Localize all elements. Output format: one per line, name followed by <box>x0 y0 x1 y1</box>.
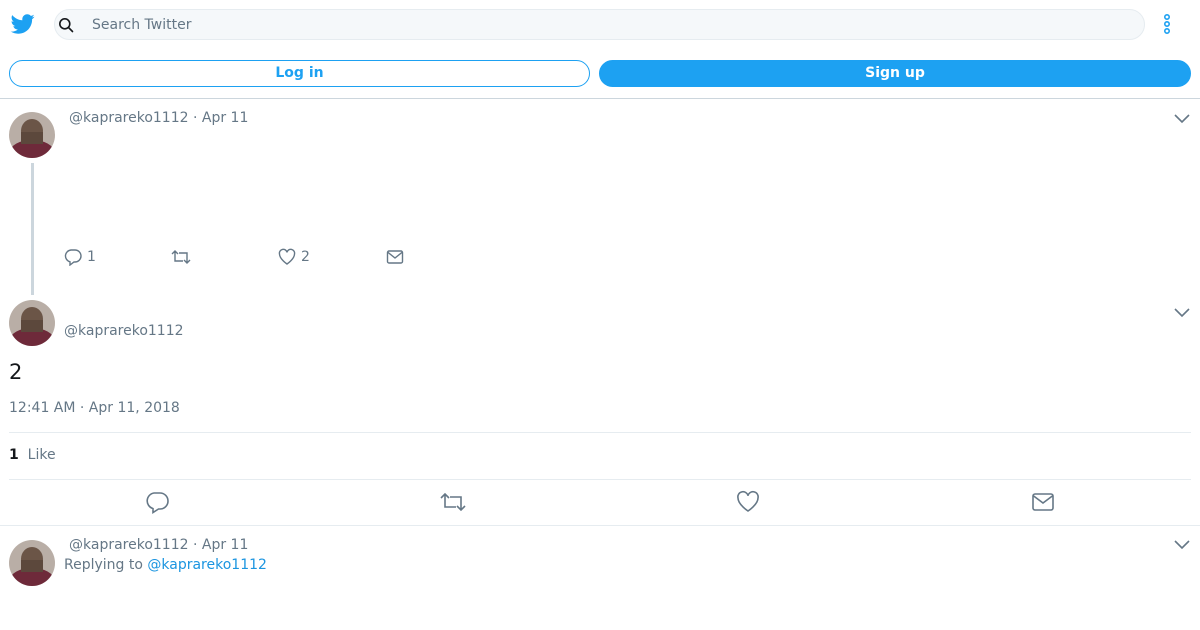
mail-icon[interactable] <box>1031 490 1055 514</box>
heart-icon <box>278 248 296 265</box>
avatar[interactable] <box>9 300 55 346</box>
user-handle[interactable]: @kaprareko1112 <box>69 110 189 126</box>
like-action[interactable]: 2 <box>278 248 318 266</box>
retweet-icon <box>171 250 191 264</box>
search-icon <box>59 18 74 33</box>
thread-line <box>31 163 34 295</box>
search-input[interactable] <box>92 9 1132 40</box>
chevron-down-icon[interactable] <box>1174 308 1190 318</box>
retweet-action[interactable] <box>171 248 191 266</box>
top-bar <box>0 0 1200 48</box>
signup-button[interactable]: Sign up <box>599 60 1191 87</box>
chevron-down-icon[interactable] <box>1174 540 1190 550</box>
tweet-header: @kaprareko1112 · Apr 11 <box>69 537 248 553</box>
divider <box>0 525 1200 526</box>
user-handle[interactable]: @kaprareko1112 <box>69 537 189 553</box>
separator: · <box>192 110 198 126</box>
heart-icon[interactable] <box>736 490 760 514</box>
retweet-icon[interactable] <box>440 490 466 514</box>
likes-summary[interactable]: 1 Like <box>9 447 56 463</box>
replying-handle-link[interactable]: @kaprareko1112 <box>147 557 267 573</box>
likes-label: Like <box>27 447 56 463</box>
mail-icon <box>386 250 404 264</box>
tweet-text: 2 <box>9 360 23 384</box>
reply-icon <box>64 249 82 266</box>
divider <box>9 479 1191 480</box>
header-divider <box>0 98 1200 99</box>
reply-action[interactable]: 1 <box>64 248 104 266</box>
tweet-header: @kaprareko1112 · Apr 11 <box>69 110 248 126</box>
message-action[interactable] <box>386 248 404 266</box>
reply-count: 1 <box>87 249 96 265</box>
like-count: 2 <box>301 249 310 265</box>
likes-count: 1 <box>9 447 19 463</box>
replying-prefix: Replying to <box>64 557 143 573</box>
login-button[interactable]: Log in <box>9 60 590 87</box>
tweet-timestamp[interactable]: 12:41 AM · Apr 11, 2018 <box>9 400 180 416</box>
separator: · <box>192 537 198 553</box>
more-vertical-icon[interactable] <box>1160 12 1174 36</box>
avatar[interactable] <box>9 540 55 586</box>
divider <box>9 432 1191 433</box>
reply-icon[interactable] <box>145 490 169 514</box>
tweet-date[interactable]: Apr 11 <box>202 537 248 553</box>
avatar[interactable] <box>9 112 55 158</box>
tweet-date[interactable]: Apr 11 <box>202 110 248 126</box>
replying-to: Replying to @kaprareko1112 <box>64 557 267 573</box>
twitter-bird-icon[interactable] <box>10 12 36 36</box>
chevron-down-icon[interactable] <box>1174 114 1190 124</box>
user-handle[interactable]: @kaprareko1112 <box>64 323 184 339</box>
